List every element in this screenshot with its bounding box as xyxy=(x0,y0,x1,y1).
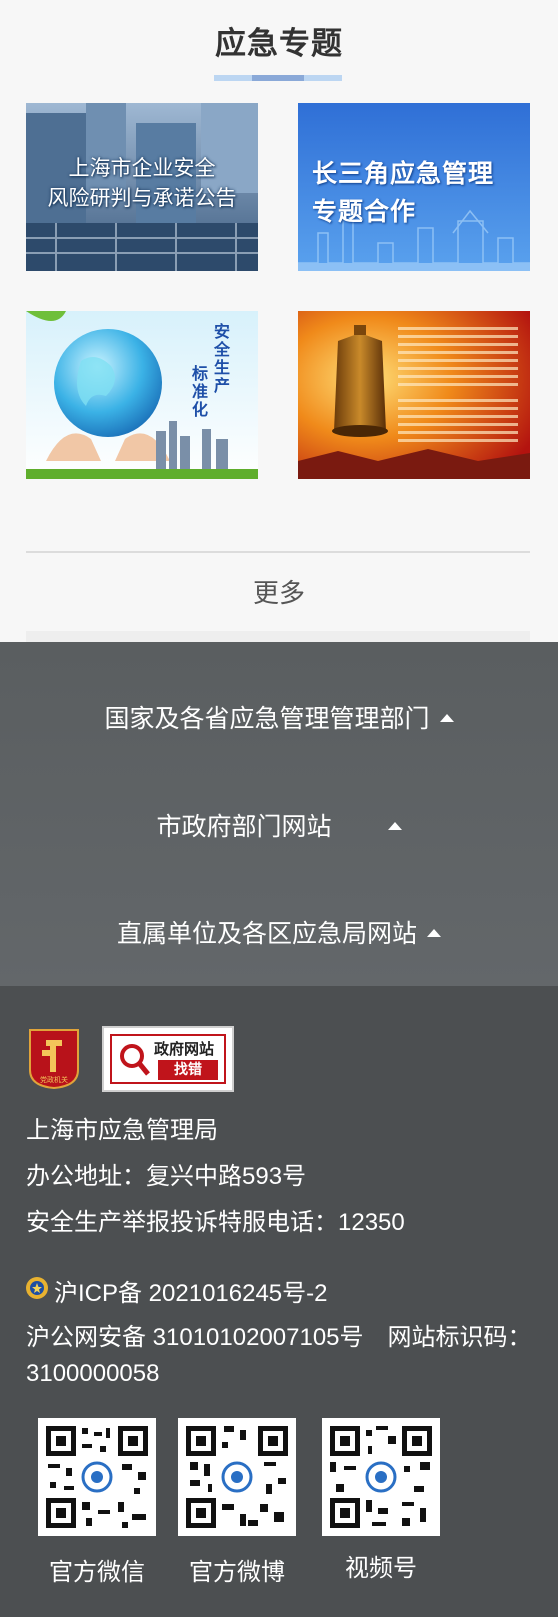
topic-card-yangtze-delta[interactable]: 长三角应急管理 专题合作 xyxy=(298,103,530,271)
qr-label: 视频号 xyxy=(345,1555,417,1582)
magnifier-icon xyxy=(120,1044,150,1076)
link-group-city-government[interactable]: 市政府部门网站 xyxy=(0,795,558,855)
footer: 党政机关 政府网站 找错 上海市应急管理局 办公地址：复兴中路593号 安全生产… xyxy=(0,986,558,1617)
topic-card-safety-standardization[interactable]: 安全生产 标准化 xyxy=(26,311,258,479)
icp-record-link[interactable]: 沪ICP备 2021016245号-2 xyxy=(54,1273,328,1308)
card-caption: 长三角应急管理 专题合作 xyxy=(312,159,495,226)
wechat-qr-code[interactable] xyxy=(38,1418,156,1536)
related-links-section: 国家及各省应急管理管理部门 市政府部门网站 直属单位及各区应急局网站 xyxy=(0,642,558,986)
link-group-district-units[interactable]: 直属单位及各区应急局网站 xyxy=(0,902,558,962)
link-group-label: 市政府部门网站 xyxy=(156,813,332,841)
caret-up-icon xyxy=(387,822,402,830)
public-security-record-link[interactable]: 沪公网安备 31010102007105号 xyxy=(26,1324,364,1351)
caret-up-icon xyxy=(439,714,454,722)
gov-badge-line2: 找错 xyxy=(158,1060,218,1080)
gov-badge-line1: 政府网站 xyxy=(154,1040,215,1058)
qr-label: 官方微信 xyxy=(49,1559,145,1586)
weibo-qr-code[interactable] xyxy=(178,1418,296,1536)
link-group-label: 国家及各省应急管理管理部门 xyxy=(104,705,430,733)
more-button[interactable]: 更多 xyxy=(0,573,558,610)
party-emblem-icon: 党政机关 xyxy=(29,1029,79,1090)
link-group-label: 直属单位及各区应急局网站 xyxy=(116,920,417,948)
topic-section: 应急专题 上海市企业安全 风险研判与承诺公告 长三角应急管理 专题合作 安全生产… xyxy=(0,0,558,642)
bell-image xyxy=(298,311,530,479)
title-underline xyxy=(214,75,342,81)
caret-up-icon xyxy=(427,929,441,937)
org-name: 上海市应急管理局 xyxy=(26,1117,218,1144)
topic-card-bell[interactable] xyxy=(298,311,530,479)
link-group-national-provincial[interactable]: 国家及各省应急管理管理部门 xyxy=(0,687,558,747)
divider xyxy=(26,631,530,642)
card-caption-vertical: 标准化 xyxy=(192,364,209,419)
office-address: 办公地址：复兴中路593号 xyxy=(26,1163,307,1190)
card-caption-vertical: 安全生产 xyxy=(214,322,231,395)
registration-info: 沪公网安备 31010102007105号 网站标识码：3100000058 xyxy=(26,1320,536,1392)
card-caption: 上海市企业安全 风险研判与承诺公告 xyxy=(47,156,237,210)
video-channel-qr-code[interactable] xyxy=(322,1418,440,1536)
party-government-badge[interactable]: 党政机关 xyxy=(26,1026,82,1090)
section-title: 应急专题 xyxy=(215,26,343,61)
qr-label: 官方微博 xyxy=(189,1559,285,1586)
police-emblem-icon xyxy=(26,1277,48,1299)
topic-card-enterprise-risk[interactable]: 上海市企业安全 风险研判与承诺公告 xyxy=(26,103,258,271)
hotline: 安全生产举报投诉特服电话：12350 xyxy=(26,1209,405,1236)
gov-site-error-report-badge[interactable]: 政府网站 找错 xyxy=(102,1026,234,1092)
party-badge-text: 党政机关 xyxy=(40,1075,68,1084)
divider xyxy=(26,551,530,553)
